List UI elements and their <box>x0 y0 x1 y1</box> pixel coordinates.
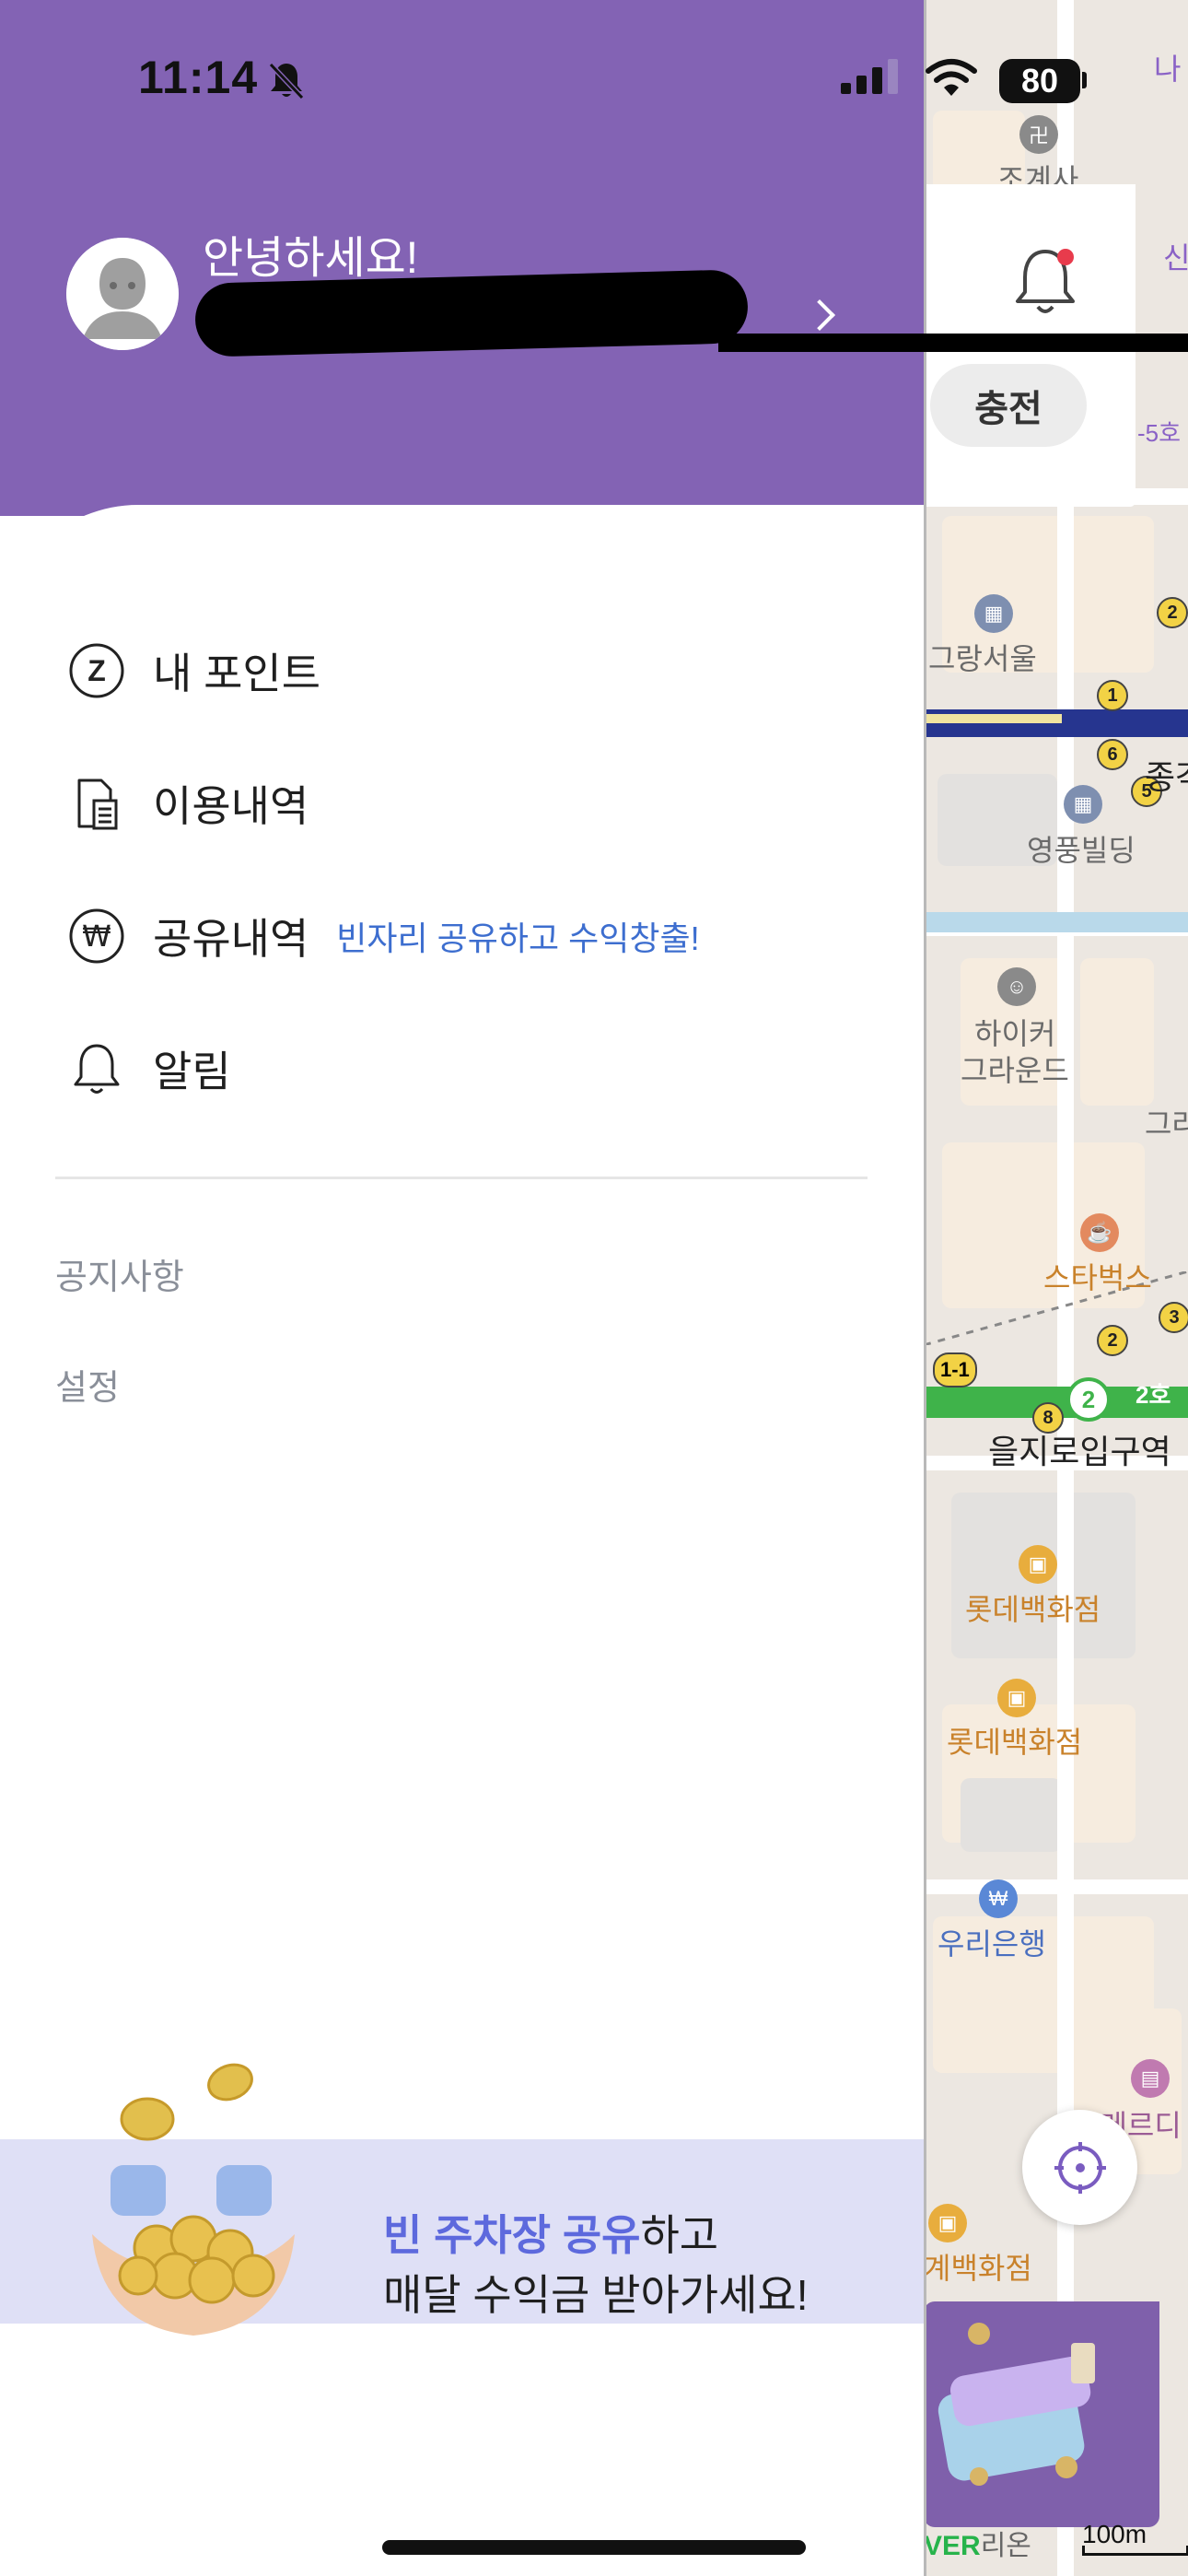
greeting-text: 안녕하세요! <box>203 234 419 283</box>
map-label: 롯데백화점 <box>947 1726 1083 1759</box>
provider-tail-text: 리온 <box>980 2531 1031 2561</box>
museum-icon[interactable]: ☺ <box>997 967 1036 1006</box>
map-scale: 100m <box>1082 2520 1188 2556</box>
svg-text:₩: ₩ <box>82 919 111 954</box>
current-location-button[interactable] <box>1022 2110 1137 2225</box>
menu-divider <box>55 1177 868 1179</box>
map-provider-logo: VER리온 <box>924 2523 1031 2563</box>
share-promo-text[interactable]: 빈자리 공유하고 수익창출! <box>336 912 699 960</box>
points-icon: Z <box>64 638 129 703</box>
notice-link[interactable]: 공지사항 <box>55 1248 184 1299</box>
map-label: 을지로입구역 <box>988 1433 1171 1470</box>
menu-item-notifications[interactable]: 알림 <box>64 1032 231 1106</box>
silent-mode-icon <box>268 62 305 100</box>
building-icon[interactable]: ▦ <box>1064 785 1102 824</box>
map-scale-label: 100m <box>1082 2520 1147 2548</box>
charge-button[interactable]: 충전 <box>930 364 1087 447</box>
wallet-illustration-icon <box>938 2323 1095 2486</box>
map-road-yellow <box>924 714 1062 723</box>
menu-item-usage-history[interactable]: 이용내역 <box>64 767 309 840</box>
shopping-icon[interactable]: ▣ <box>1019 1545 1057 1584</box>
won-icon: ₩ <box>64 904 129 968</box>
subway-marker: 2 <box>1097 1325 1128 1356</box>
avatar[interactable] <box>66 238 179 350</box>
map-label: 종각 <box>1145 758 1188 796</box>
menu-item-label: 내 포인트 <box>153 650 321 697</box>
redacted-username <box>194 269 749 357</box>
menu-item-share-history[interactable]: ₩ 공유내역 빈자리 공유하고 수익창출! <box>64 899 700 973</box>
map-label: -5호 <box>1137 419 1182 447</box>
menu-item-label: 이용내역 <box>153 782 309 830</box>
battery-tip <box>1082 72 1087 88</box>
subway-line-2-icon: 2 <box>1066 1377 1111 1422</box>
hotel-icon[interactable]: ▤ <box>1131 2059 1170 2098</box>
promo-thumbnail[interactable] <box>924 2301 1159 2527</box>
banner-line-1: 빈 주차장 공유하고 <box>383 2202 718 2263</box>
menu-item-points[interactable]: Z 내 포인트 <box>64 634 320 708</box>
menu-item-label: 공유내역 <box>153 915 309 963</box>
provider-text: VER <box>924 2531 981 2561</box>
menu-item-label: 알림 <box>153 1048 231 1095</box>
svg-text:Z: Z <box>87 654 106 687</box>
subway-marker: 1 <box>1097 680 1128 711</box>
bell-icon <box>1016 249 1075 313</box>
map-label: 영풍빌딩 <box>1027 834 1136 867</box>
map-label: 롯데백화점 <box>965 1593 1101 1626</box>
map-label: 우리은행 <box>938 1927 1046 1961</box>
map-road <box>924 1879 1188 1894</box>
settings-link[interactable]: 설정 <box>55 1359 120 1410</box>
map-block <box>961 1778 1062 1852</box>
status-icons <box>841 57 902 94</box>
map-label: 신 <box>1163 241 1188 275</box>
map-label: 나 <box>1154 53 1182 86</box>
cellular-signal-icon <box>841 59 898 94</box>
map-label: 계백화점 <box>924 2252 1032 2285</box>
subway-exit-marker: 1-1 <box>933 1352 977 1388</box>
notification-bell-button[interactable] <box>999 235 1091 327</box>
home-indicator[interactable] <box>382 2540 806 2555</box>
map-label: 그랑서울 <box>928 642 1037 675</box>
shopping-icon[interactable]: ▣ <box>997 1679 1036 1717</box>
building-icon[interactable]: ▦ <box>974 594 1013 633</box>
bank-icon[interactable]: ₩ <box>979 1879 1018 1918</box>
map-label: 그라운드 <box>961 1054 1069 1087</box>
map-label: 스타벅스 <box>1043 1261 1152 1294</box>
subway-marker: 3 <box>1159 1302 1188 1333</box>
map-label: 그라 <box>1145 1107 1188 1141</box>
cafe-icon[interactable]: ☕ <box>1080 1213 1119 1252</box>
temple-icon[interactable]: 卍 <box>1019 115 1058 154</box>
crosshair-icon <box>1054 2141 1106 2194</box>
map-label: 2호 <box>1136 1381 1171 1409</box>
default-avatar-icon <box>66 238 179 350</box>
bell-icon <box>64 1036 129 1101</box>
coins-in-hands-icon <box>92 2063 295 2336</box>
wifi-icon <box>926 59 977 96</box>
battery-indicator: 80 <box>999 59 1080 103</box>
receipt-icon <box>64 771 129 836</box>
status-time: 11:14 <box>138 52 259 103</box>
shopping-icon[interactable]: ▣ <box>928 2204 967 2242</box>
coins-hands-illustration <box>74 2050 350 2354</box>
banner-highlight: 빈 주차장 공유 <box>383 2211 641 2259</box>
side-drawer: 안녕하세요! Z 내 포인트 이용내역 ₩ 공유내역 빈자리 공유하고 수익창출… <box>0 0 924 2576</box>
drawer-edge <box>924 0 926 2576</box>
redaction-stroke <box>718 334 1188 352</box>
banner-line-2: 매달 수익금 받아가세요! <box>383 2271 809 2319</box>
map-stream <box>924 912 1188 932</box>
subway-marker: 2 <box>1157 597 1188 628</box>
subway-marker: 6 <box>1097 739 1128 770</box>
map-block <box>1080 958 1154 1106</box>
banner-line-1-rest: 하고 <box>640 2211 719 2259</box>
